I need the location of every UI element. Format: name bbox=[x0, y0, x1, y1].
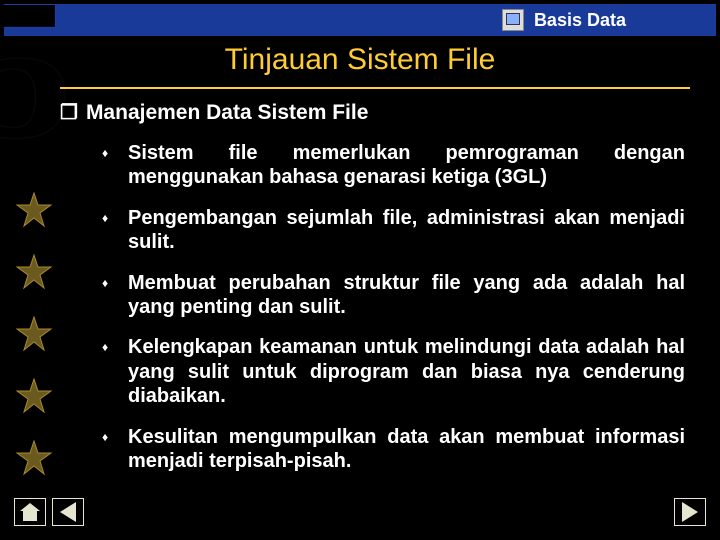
list-item: Membuat perubahan struktur file yang ada… bbox=[102, 271, 685, 320]
content-area: ❐ Manajemen Data Sistem File Sistem file… bbox=[60, 100, 685, 489]
home-icon bbox=[20, 503, 40, 521]
prev-icon bbox=[60, 502, 76, 522]
title-divider bbox=[60, 87, 690, 89]
sub-heading-text: Manajemen Data Sistem File bbox=[86, 101, 368, 125]
header-label: Basis Data bbox=[534, 10, 626, 31]
bullet-list: Sistem file memerlukan pemrograman denga… bbox=[60, 141, 685, 473]
star-icon bbox=[16, 440, 52, 476]
slide-number: 5 bbox=[0, 0, 62, 170]
slide-title: Tinjauan Sistem File bbox=[0, 43, 720, 77]
star-icon bbox=[16, 316, 52, 352]
next-icon bbox=[682, 502, 698, 522]
sub-heading: ❐ Manajemen Data Sistem File bbox=[60, 100, 685, 125]
nav-prev-button[interactable] bbox=[52, 498, 84, 526]
computer-icon bbox=[502, 9, 524, 31]
star-icon bbox=[16, 378, 52, 414]
book-icon: ❐ bbox=[60, 100, 78, 125]
star-icon bbox=[16, 192, 52, 228]
list-item: Kelengkapan keamanan untuk melindungi da… bbox=[102, 335, 685, 408]
list-item: Pengembangan sejumlah file, administrasi… bbox=[102, 206, 685, 255]
star-icon bbox=[16, 254, 52, 290]
list-item: Kesulitan mengumpulkan data akan membuat… bbox=[102, 425, 685, 474]
list-item: Sistem file memerlukan pemrograman denga… bbox=[102, 141, 685, 190]
nav-home-button[interactable] bbox=[14, 498, 46, 526]
header-bar: Basis Data bbox=[4, 4, 716, 36]
nav-next-button[interactable] bbox=[674, 498, 706, 526]
